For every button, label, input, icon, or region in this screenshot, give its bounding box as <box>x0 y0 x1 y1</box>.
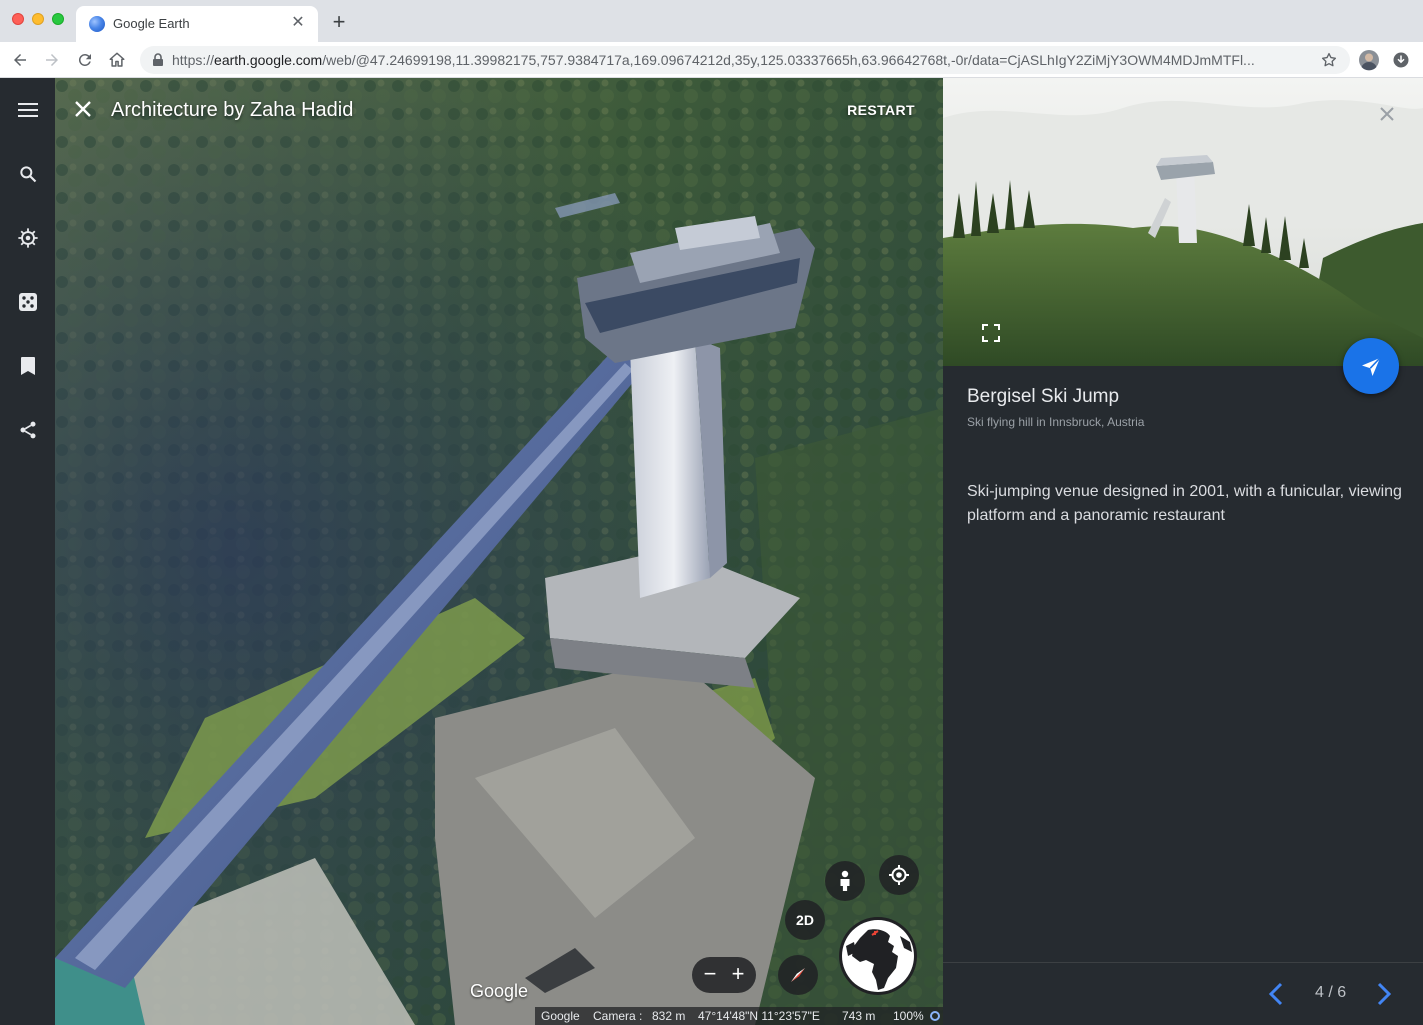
status-attribution[interactable]: Google <box>541 1009 580 1023</box>
place-description: Ski-jumping venue designed in 2001, with… <box>967 483 1402 524</box>
share-icon <box>20 421 35 438</box>
status-camera-altitude: 832 m <box>652 1009 686 1023</box>
status-loaded-percent: 100% <box>893 1009 924 1023</box>
forward-button[interactable] <box>40 48 64 72</box>
google-watermark: Google <box>470 981 529 1001</box>
bookmark-icon <box>20 356 35 375</box>
pegman-icon <box>840 870 850 891</box>
zoom-in-button[interactable]: + <box>724 961 752 989</box>
2d-3d-toggle-button[interactable]: 2D <box>785 900 825 940</box>
card-divider <box>943 962 1423 963</box>
voyager-button[interactable] <box>14 224 41 251</box>
zoom-out-button[interactable]: − <box>696 961 724 989</box>
menu-button[interactable] <box>14 96 41 123</box>
projects-button[interactable] <box>14 352 41 379</box>
search-icon <box>19 165 36 182</box>
close-card-icon[interactable] <box>1375 102 1399 126</box>
url-path: /web/@47.24699198,11.39982175,757.938471… <box>322 52 1255 68</box>
browser-toolbar: https://earth.google.com/web/@47.2469919… <box>0 42 1423 78</box>
status-coordinates: 47°14'48"N 11°23'57"E <box>698 1009 820 1023</box>
previous-slide-icon[interactable] <box>1265 980 1289 1008</box>
window-minimize-button[interactable] <box>32 13 44 25</box>
loading-indicator-icon <box>930 1011 940 1021</box>
home-button[interactable] <box>105 48 129 72</box>
dice-icon <box>18 292 37 311</box>
reload-icon <box>78 53 91 66</box>
tour-title: Architecture by Zaha Hadid <box>111 99 354 121</box>
status-bar: Google Camera : 832 m 47°14'48"N 11°23'5… <box>535 1007 943 1025</box>
my-location-button[interactable] <box>879 855 919 895</box>
slide-page-indicator: 4 / 6 <box>1315 984 1347 1001</box>
arrow-right-icon <box>46 54 58 66</box>
back-button[interactable] <box>8 48 32 72</box>
tab-title: Google Earth <box>113 16 190 31</box>
feeling-lucky-button[interactable] <box>14 288 41 315</box>
browser-tab[interactable]: Google Earth ✕ <box>76 6 318 42</box>
close-tour-icon[interactable] <box>71 97 95 121</box>
profile-avatar-button[interactable] <box>1357 48 1381 72</box>
paper-plane-icon <box>1362 357 1381 376</box>
place-photo[interactable] <box>943 78 1423 366</box>
arrow-left-icon <box>14 54 26 66</box>
voyager-icon <box>17 227 38 248</box>
tab-strip: Google Earth ✕ + <box>0 0 1423 42</box>
url-host: earth.google.com <box>214 52 323 68</box>
window-close-button[interactable] <box>12 13 24 25</box>
fly-to-button[interactable] <box>1343 338 1399 394</box>
share-button[interactable] <box>14 416 41 443</box>
star-icon <box>1321 52 1337 67</box>
status-camera-label: Camera : <box>593 1009 643 1023</box>
crosshair-icon <box>889 865 909 885</box>
compass-icon <box>791 968 805 982</box>
3d-scene-image <box>55 78 943 1025</box>
earth-side-rail <box>0 78 55 1025</box>
home-icon <box>109 52 125 67</box>
place-title: Bergisel Ski Jump <box>967 386 1120 407</box>
bookmark-star-button[interactable] <box>1317 48 1341 72</box>
avatar <box>1359 50 1379 71</box>
globe-minimap-icon[interactable] <box>838 916 918 996</box>
lock-icon <box>153 53 163 66</box>
fullscreen-icon[interactable] <box>981 323 1001 343</box>
url-text: https://earth.google.com/web/@47.2469919… <box>172 52 1302 68</box>
earth-3d-viewport[interactable]: Architecture by Zaha Hadid RESTART 2D − … <box>55 78 943 1025</box>
compass-button[interactable] <box>778 955 818 995</box>
browser-window: Google Earth ✕ + https://earth.google.co… <box>0 0 1423 1025</box>
zoom-control: − + <box>692 957 756 993</box>
tab-close-icon[interactable]: ✕ <box>288 13 308 33</box>
new-tab-button[interactable]: + <box>328 11 350 33</box>
pegman-button[interactable] <box>825 861 865 901</box>
status-ground-altitude: 743 m <box>842 1009 876 1023</box>
restart-button[interactable]: RESTART <box>847 102 915 118</box>
next-slide-icon[interactable] <box>1371 980 1395 1008</box>
menu-icon <box>17 102 38 117</box>
download-circle-icon <box>1393 52 1409 68</box>
knowledge-card: Bergisel Ski Jump Ski flying hill in Inn… <box>943 78 1423 1025</box>
google-earth-favicon-icon <box>89 16 105 32</box>
window-zoom-button[interactable] <box>52 13 64 25</box>
extension-button[interactable] <box>1389 48 1413 72</box>
place-subtitle: Ski flying hill in Innsbruck, Austria <box>967 415 1145 429</box>
url-scheme: https:// <box>172 52 215 68</box>
address-bar[interactable]: https://earth.google.com/web/@47.2469919… <box>140 46 1350 74</box>
reload-button[interactable] <box>73 48 97 72</box>
search-button[interactable] <box>14 160 41 187</box>
